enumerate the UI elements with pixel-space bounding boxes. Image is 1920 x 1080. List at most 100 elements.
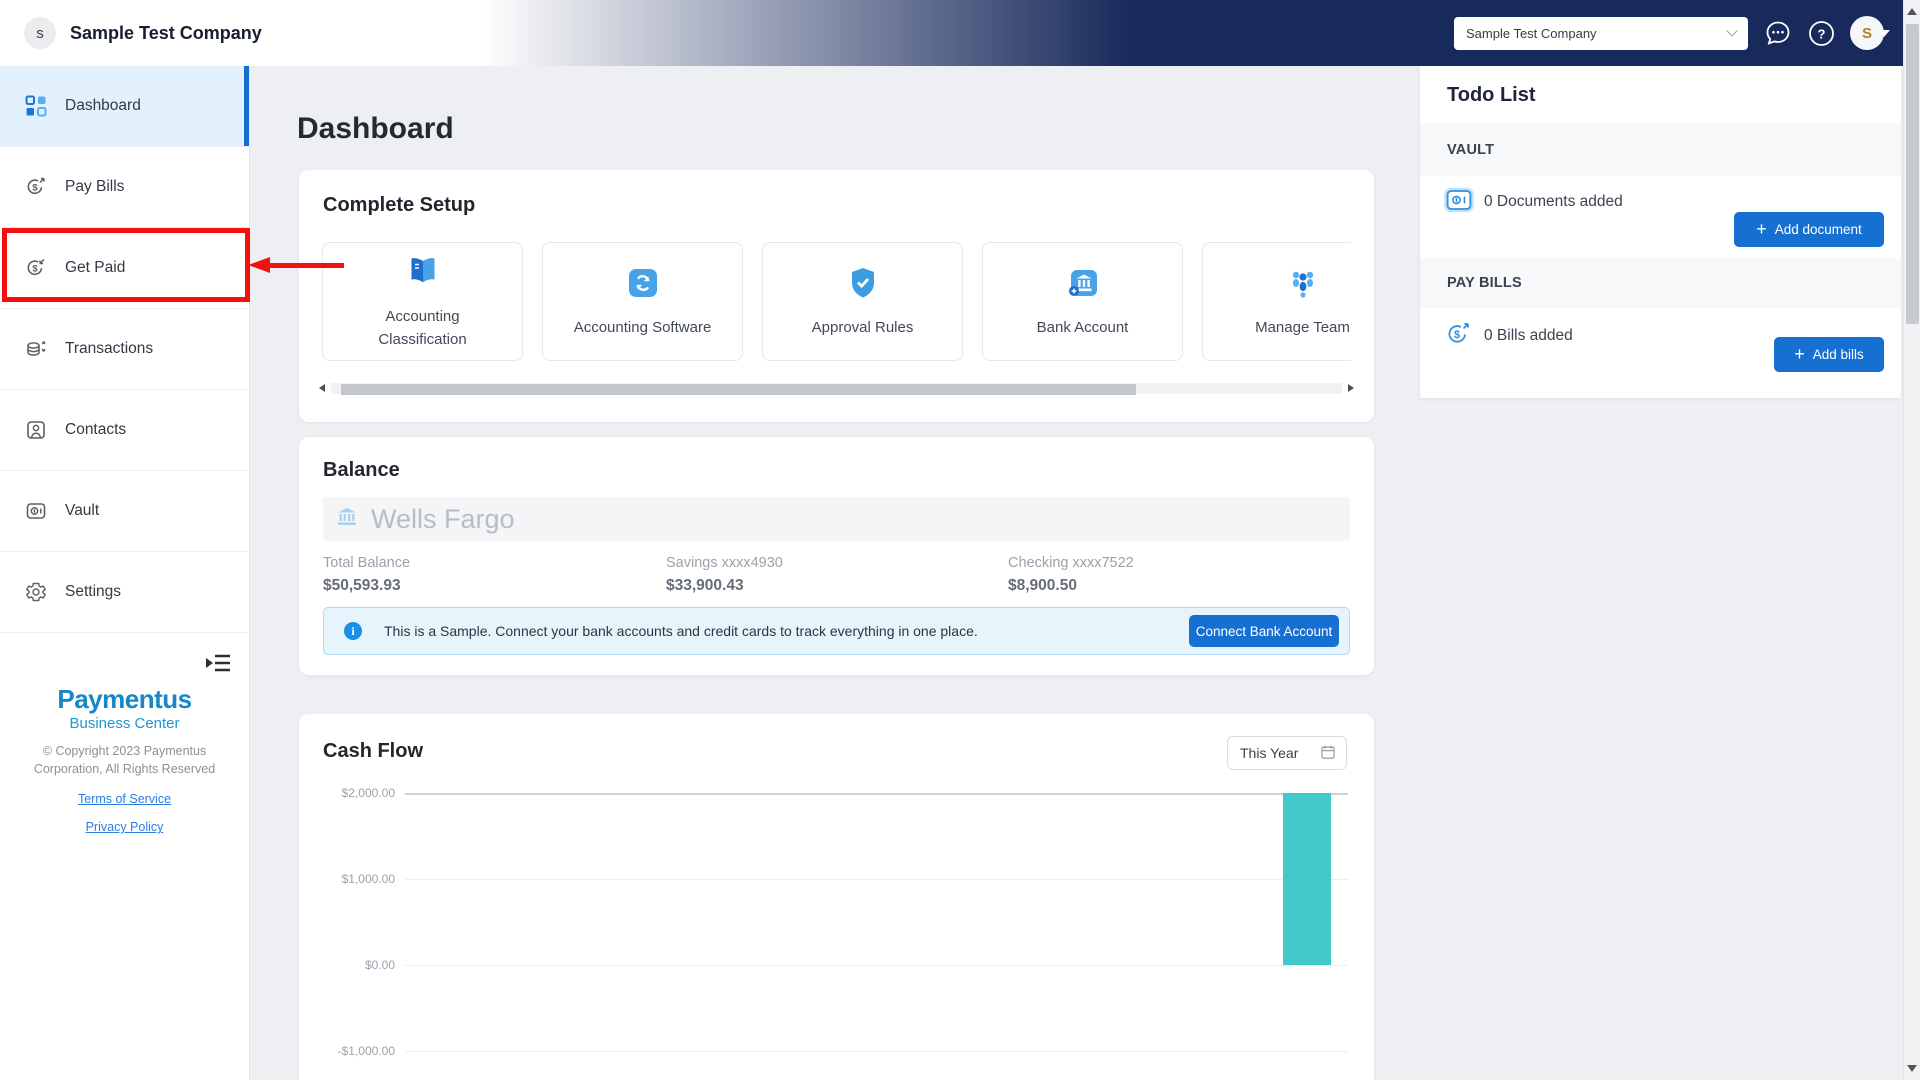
stat-label: Total Balance bbox=[323, 555, 411, 571]
tile-label: Manage Team bbox=[1255, 319, 1350, 337]
add-bills-label: Add bills bbox=[1812, 347, 1864, 362]
tile-bank-account[interactable]: Bank Account bbox=[982, 242, 1183, 361]
vault-icon bbox=[24, 499, 48, 523]
tile-label: Approval Rules bbox=[811, 319, 914, 337]
page-title: Dashboard bbox=[297, 112, 454, 145]
sidebar-item-vault[interactable]: Vault bbox=[0, 471, 249, 552]
todo-list-title: Todo List bbox=[1447, 84, 1536, 106]
chevron-down-icon bbox=[1726, 25, 1738, 37]
plus-icon: + bbox=[1756, 218, 1767, 239]
sidebar-item-settings[interactable]: Settings bbox=[0, 552, 249, 633]
app-root: s Sample Test Company Sample Test Compan… bbox=[0, 0, 1920, 1080]
help-icon[interactable]: ? bbox=[1808, 20, 1835, 47]
sidebar-item-label: Transactions bbox=[65, 340, 154, 357]
annotation-box-get-paid bbox=[2, 228, 250, 302]
todo-section-label: VAULT bbox=[1447, 141, 1495, 158]
sidebar-item-transactions[interactable]: Transactions bbox=[0, 309, 249, 390]
company-select-value: Sample Test Company bbox=[1466, 25, 1597, 41]
company-select[interactable]: Sample Test Company bbox=[1454, 16, 1748, 50]
tile-label: Bank Account bbox=[1036, 319, 1129, 337]
balance-title: Balance bbox=[323, 459, 400, 481]
sidebar-item-label: Vault bbox=[65, 502, 100, 519]
user-menu-caret-icon[interactable] bbox=[1878, 29, 1890, 37]
terms-of-service-link[interactable]: Terms of Service bbox=[0, 792, 249, 806]
add-document-button[interactable]: + Add document bbox=[1734, 212, 1884, 247]
add-bills-button[interactable]: + Add bills bbox=[1774, 337, 1884, 372]
scroll-left-arrow-icon[interactable] bbox=[319, 384, 325, 392]
sidebar: Dashboard $ Pay Bills $ Get Paid Transac… bbox=[0, 66, 250, 1080]
scroll-right-arrow-icon[interactable] bbox=[1348, 384, 1354, 392]
bank-name: Wells Fargo bbox=[371, 503, 515, 534]
bills-status: 0 Bills added bbox=[1484, 327, 1573, 344]
sidebar-collapse-icon[interactable] bbox=[205, 651, 235, 677]
balance-card: Balance Wells Fargo Total Balance $50,59… bbox=[299, 437, 1374, 675]
stat-value: $50,593.93 bbox=[323, 577, 401, 594]
todo-section-label: PAY BILLS bbox=[1447, 275, 1522, 291]
tile-approval-rules[interactable]: Approval Rules bbox=[762, 242, 963, 361]
sidebar-item-pay-bills[interactable]: $ Pay Bills bbox=[0, 147, 249, 228]
shield-check-icon bbox=[843, 263, 883, 308]
setup-tiles: Accounting Classification Accounting Sof… bbox=[322, 242, 1351, 362]
svg-text:?: ? bbox=[1818, 26, 1826, 41]
chat-icon[interactable] bbox=[1763, 18, 1793, 48]
top-header: s Sample Test Company Sample Test Compan… bbox=[0, 0, 1920, 66]
header-actions: Sample Test Company ? S bbox=[1454, 0, 1890, 66]
tile-label: Accounting Classification bbox=[378, 307, 467, 348]
complete-setup-card: Complete Setup Accounting Classification bbox=[299, 170, 1374, 422]
sync-icon bbox=[623, 263, 663, 308]
todo-list-panel: Todo List VAULT 0 Documents added + Add … bbox=[1420, 66, 1901, 398]
connect-bank-account-button[interactable]: Connect Bank Account bbox=[1189, 615, 1339, 647]
privacy-policy-link[interactable]: Privacy Policy bbox=[0, 820, 249, 834]
dashboard-grid-icon bbox=[24, 94, 48, 118]
company-name: Sample Test Company bbox=[70, 22, 262, 43]
tile-manage-team[interactable]: Manage Team bbox=[1202, 242, 1351, 361]
settings-gear-icon bbox=[24, 580, 48, 604]
vault-document-icon bbox=[1444, 185, 1474, 220]
paymentus-logo: Paymentus bbox=[57, 684, 192, 714]
cash-flow-bar bbox=[1283, 793, 1331, 965]
svg-text:$: $ bbox=[32, 183, 38, 194]
copyright-text: © Copyright 2023 Paymentus Corporation, … bbox=[33, 744, 216, 777]
team-icon bbox=[1283, 263, 1323, 308]
page-scrollbar[interactable] bbox=[1903, 0, 1920, 1080]
sidebar-item-dashboard[interactable]: Dashboard bbox=[0, 66, 249, 147]
header-brand: s Sample Test Company bbox=[24, 0, 262, 66]
svg-text:$: $ bbox=[1454, 329, 1460, 341]
sidebar-footer: Paymentus Business Center © Copyright 20… bbox=[0, 684, 249, 834]
bank-name-bar: Wells Fargo bbox=[323, 497, 1350, 541]
annotation-arrow-head-icon bbox=[248, 257, 270, 273]
sidebar-item-label: Contacts bbox=[65, 421, 127, 438]
todo-section-vault: VAULT bbox=[1420, 123, 1901, 176]
bank-icon bbox=[335, 505, 359, 534]
savings-stat: Savings xxxx4930 $33,900.43 bbox=[666, 555, 783, 595]
company-avatar: s bbox=[24, 17, 56, 49]
tile-accounting-software[interactable]: Accounting Software bbox=[542, 242, 743, 361]
sidebar-item-contacts[interactable]: Contacts bbox=[0, 390, 249, 471]
tile-accounting-classification[interactable]: Accounting Classification bbox=[322, 242, 523, 361]
sample-notice-text: This is a Sample. Connect your bank acco… bbox=[384, 623, 978, 639]
sidebar-item-label: Dashboard bbox=[65, 97, 141, 114]
sidebar-item-label: Pay Bills bbox=[65, 178, 125, 195]
todo-section-pay-bills: PAY BILLS bbox=[1420, 258, 1901, 308]
checking-stat: Checking xxxx7522 $8,900.50 bbox=[1008, 555, 1134, 595]
scroll-thumb[interactable] bbox=[341, 384, 1136, 395]
y-axis-tick-label: $1,000.00 bbox=[341, 872, 395, 886]
stat-value: $33,900.43 bbox=[666, 577, 744, 594]
y-axis-tick-label: $0.00 bbox=[364, 958, 395, 972]
stat-label: Checking xxxx7522 bbox=[1008, 555, 1134, 571]
setup-horizontal-scrollbar[interactable] bbox=[319, 382, 1354, 395]
add-document-label: Add document bbox=[1774, 222, 1862, 237]
logo-subtitle: Business Center bbox=[69, 715, 180, 732]
cash-flow-card: Cash Flow This Year $2,000.00 $1,000.00 $0… bbox=[299, 714, 1374, 1080]
scroll-track[interactable] bbox=[331, 383, 1342, 395]
complete-setup-title: Complete Setup bbox=[323, 194, 476, 216]
annotation-arrow-line bbox=[268, 263, 344, 268]
bills-icon: $ bbox=[1444, 320, 1472, 353]
scroll-down-arrow-icon[interactable] bbox=[1907, 1065, 1917, 1072]
scroll-up-arrow-icon[interactable] bbox=[1907, 8, 1917, 15]
info-icon: i bbox=[344, 622, 362, 640]
page-scroll-thumb[interactable] bbox=[1906, 24, 1919, 324]
book-icon bbox=[403, 252, 443, 297]
plus-icon: + bbox=[1794, 343, 1805, 364]
stat-value: $8,900.50 bbox=[1008, 577, 1077, 594]
